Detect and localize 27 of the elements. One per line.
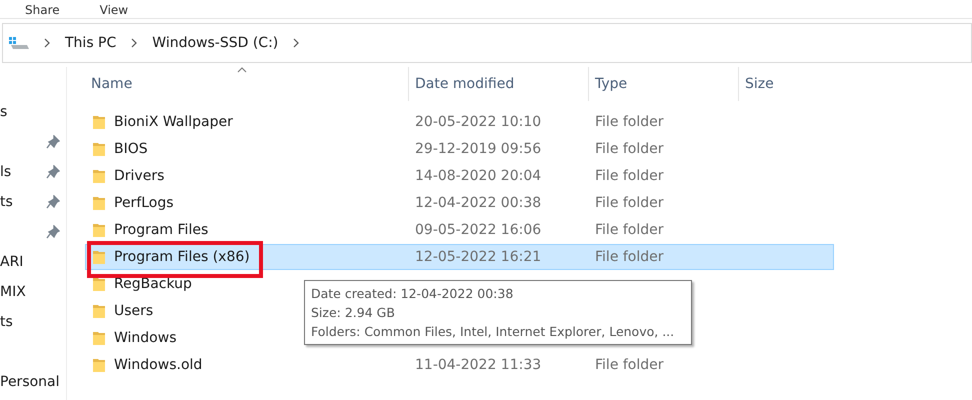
file-name: Windows bbox=[114, 330, 176, 346]
file-name: Windows.old bbox=[114, 357, 202, 373]
date-cell-text: 12-05-2022 16:21 bbox=[414, 249, 542, 265]
file-name: Users bbox=[114, 303, 154, 319]
file-name: BIOS bbox=[114, 141, 148, 157]
type-cell-text: File folder bbox=[594, 114, 665, 130]
date-cell-text: 09-05-2022 16:06 bbox=[414, 222, 542, 238]
type-cell-text: File folder bbox=[594, 249, 665, 265]
file-name: Drivers bbox=[114, 168, 164, 184]
file-name: Program Files (x86) bbox=[114, 249, 250, 265]
type-cell-text: File folder bbox=[594, 195, 665, 211]
type-cell-text: File folder bbox=[594, 357, 665, 373]
type-cell-text: File folder bbox=[594, 141, 665, 157]
date-cell-text: 14-08-2020 20:04 bbox=[414, 168, 542, 184]
type-cell-text: File folder bbox=[594, 168, 665, 184]
file-name: RegBackup bbox=[114, 276, 192, 292]
tooltip-line: Size: 2.94 GB bbox=[311, 304, 396, 322]
type-cell-text: File folder bbox=[594, 222, 665, 238]
file-name: Program Files bbox=[114, 222, 208, 238]
file-name: BioniX Wallpaper bbox=[114, 114, 233, 130]
date-cell-text: 29-12-2019 09:56 bbox=[414, 141, 542, 157]
date-cell-text: 11-04-2022 11:33 bbox=[414, 357, 542, 373]
tooltip-line: Date created: 12-04-2022 00:38 bbox=[311, 285, 514, 303]
date-cell-text: 12-04-2022 00:38 bbox=[414, 195, 542, 211]
tooltip-line: Folders: Common Files, Intel, Internet Explorer, Lenovo, ... bbox=[311, 323, 676, 341]
file-name: PerfLogs bbox=[114, 195, 174, 211]
date-cell-text: 20-05-2022 10:10 bbox=[414, 114, 542, 130]
